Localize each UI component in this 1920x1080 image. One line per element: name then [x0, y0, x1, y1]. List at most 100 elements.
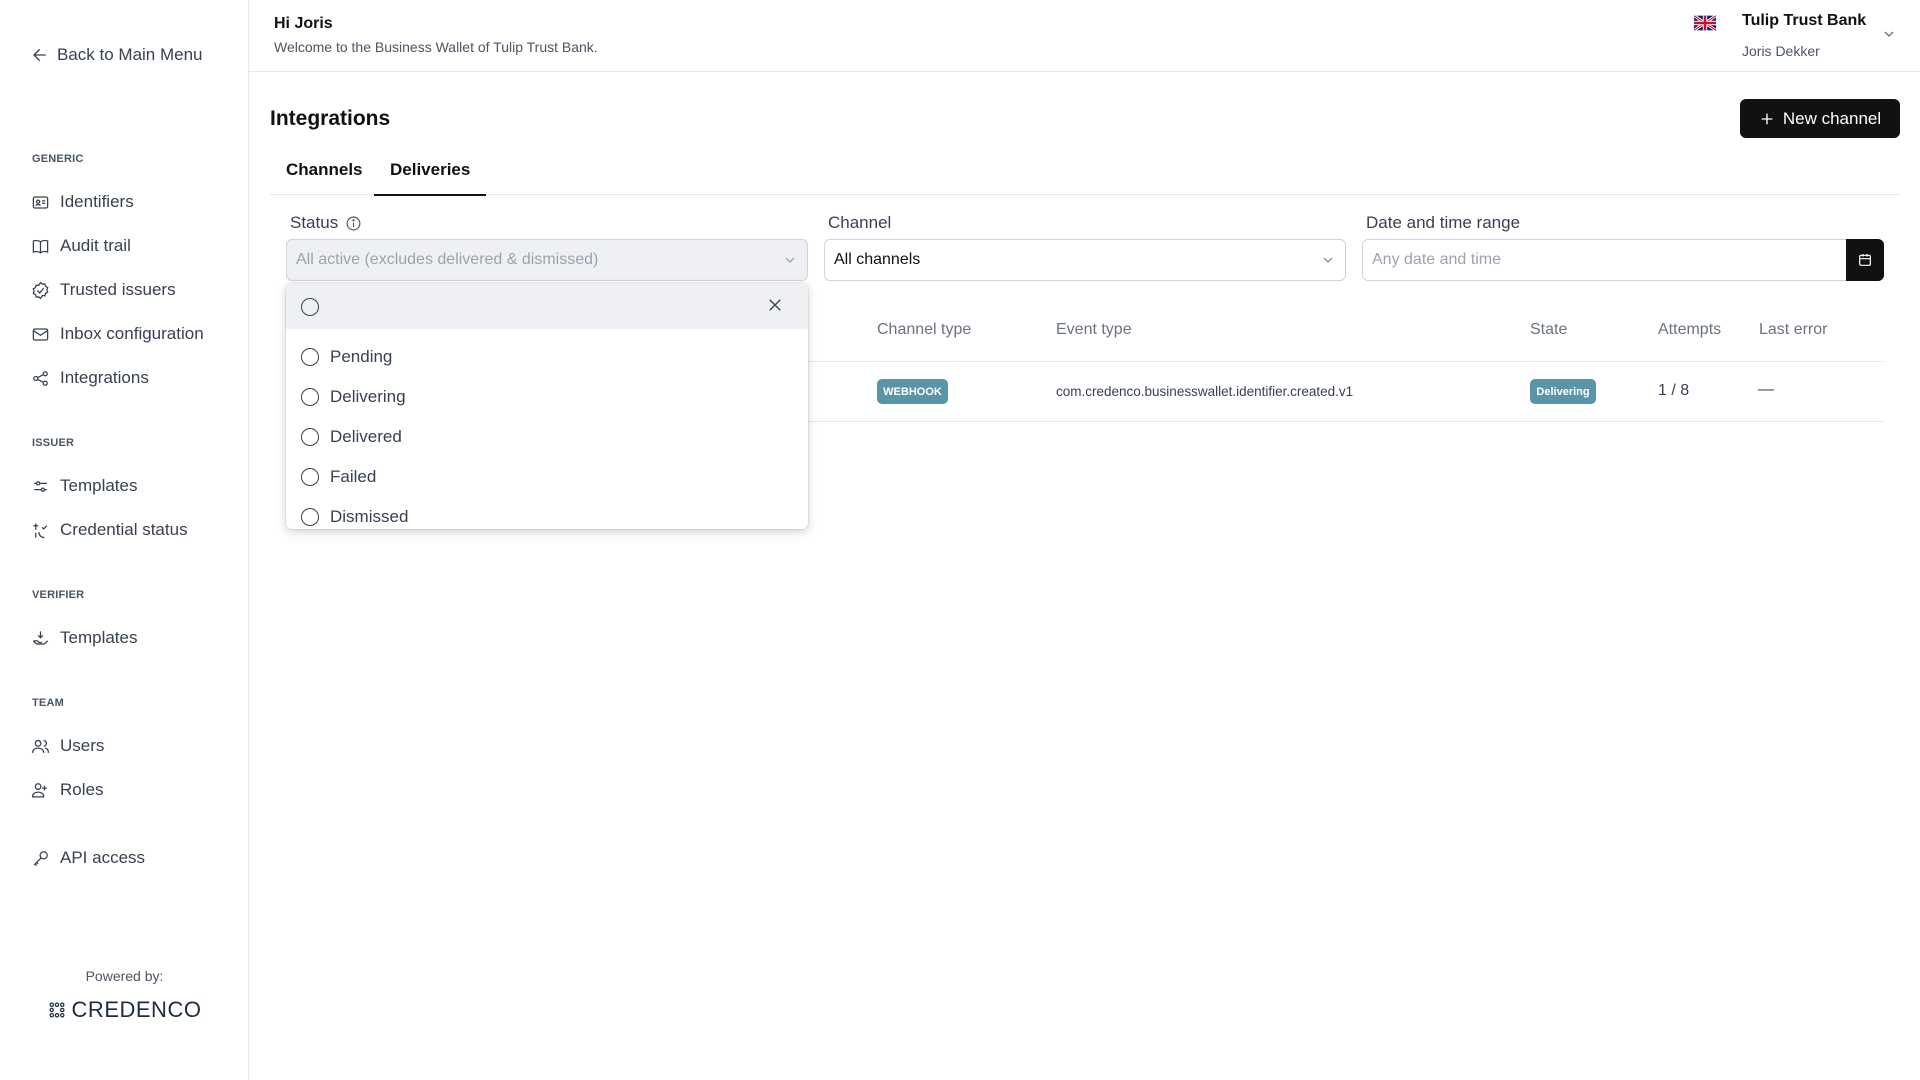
sidebar-item-label: Roles	[60, 780, 104, 799]
tab-channels[interactable]: Channels	[286, 160, 363, 180]
user-name: Joris Dekker	[1742, 43, 1820, 59]
sidebar-item-label: Integrations	[60, 368, 149, 387]
arrow-left-icon	[33, 49, 46, 61]
plus-icon	[1761, 113, 1773, 124]
section-issuer: ISSUER	[32, 437, 75, 449]
powered-by-label: Powered by:	[85, 968, 164, 984]
organization-name: Tulip Trust Bank	[1742, 12, 1867, 29]
sidebar-item-api-access[interactable]: API access	[31, 848, 145, 868]
sidebar-item-trusted-issuers[interactable]: Trusted issuers	[31, 280, 176, 300]
sidebar-item-label: Audit trail	[60, 236, 131, 255]
sidebar-item-label: Trusted issuers	[60, 280, 176, 299]
option-label: Dismissed	[330, 507, 409, 526]
sidebar-item-credential-status[interactable]: Credential status	[31, 520, 188, 540]
top-header: Hi Joris Welcome to the Business Wallet …	[249, 0, 1920, 72]
page-title: Integrations	[270, 107, 391, 130]
column-header-state: State	[1530, 321, 1568, 338]
channel-select[interactable]: All channels	[824, 239, 1346, 281]
id-card-icon	[32, 195, 49, 209]
mail-icon	[32, 327, 49, 341]
calendar-button[interactable]	[1846, 239, 1884, 281]
option-checkbox[interactable]	[301, 388, 319, 406]
date-range-input[interactable]	[1362, 239, 1846, 281]
tab-bar: Channels Deliveries	[270, 150, 1900, 196]
sidebar-item-label: Templates	[60, 628, 138, 647]
option-checkbox[interactable]	[301, 508, 319, 526]
date-range-label: Date and time range	[1366, 213, 1521, 232]
sidebar-item-label: Users	[60, 736, 105, 755]
sidebar-item-label: API access	[60, 848, 146, 867]
check-badge-icon	[32, 281, 49, 299]
sidebar-item-integrations[interactable]: Integrations	[31, 368, 149, 388]
new-channel-button[interactable]: New channel	[1740, 99, 1900, 138]
section-team: TEAM	[32, 697, 64, 709]
sidebar-item-audit-trail[interactable]: Audit trail	[31, 236, 131, 256]
key-icon	[33, 850, 48, 866]
column-header-last-error: Last error	[1759, 321, 1828, 338]
event-type-cell: com.credenco.businesswallet.identifier.c…	[1056, 384, 1354, 399]
status-label-text: Status	[290, 213, 339, 232]
hand-receive-icon	[32, 630, 49, 645]
select-all-checkbox[interactable]	[301, 298, 319, 316]
status-option-pending[interactable]: Pending	[286, 337, 808, 377]
option-label: Pending	[330, 347, 393, 366]
option-label: Delivered	[330, 427, 402, 446]
credenco-logo: CREDENCO	[0, 997, 249, 1023]
option-checkbox[interactable]	[301, 468, 319, 486]
calendar-icon	[1859, 254, 1871, 266]
sidebar-item-users[interactable]: Users	[31, 736, 104, 756]
roles-icon	[31, 782, 47, 797]
section-generic: GENERIC	[32, 153, 84, 165]
back-to-main-menu-link[interactable]: Back to Main Menu	[31, 45, 203, 65]
status-dropdown-select-all[interactable]	[286, 283, 808, 329]
book-icon	[32, 239, 49, 254]
status-option-failed[interactable]: Failed	[286, 457, 808, 497]
status-option-delivered[interactable]: Delivered	[286, 417, 808, 457]
sidebar-item-identifiers[interactable]: Identifiers	[31, 192, 134, 212]
credential-status-icon	[33, 522, 48, 538]
channel-select-value: All channels	[834, 251, 921, 268]
sidebar-item-issuer-templates[interactable]: Templates	[31, 476, 137, 496]
column-header-attempts: Attempts	[1658, 321, 1722, 338]
column-header-event-type: Event type	[1056, 321, 1132, 338]
option-checkbox[interactable]	[301, 428, 319, 446]
info-icon[interactable]	[345, 215, 362, 232]
tab-deliveries[interactable]: Deliveries	[373, 160, 487, 196]
brand-name: CREDENCO	[71, 997, 202, 1022]
share-icon	[33, 370, 48, 386]
channel-filter-label: Channel	[828, 213, 892, 232]
chevron-down-icon	[1323, 257, 1333, 263]
uk-flag-icon[interactable]	[1694, 15, 1716, 31]
sidebar-item-roles[interactable]: Roles	[31, 780, 103, 800]
channel-type-badge: WEBHOOK	[877, 379, 948, 404]
option-label: Delivering	[330, 387, 406, 406]
sidebar-item-label: Identifiers	[60, 192, 134, 211]
attempts-cell: 1 / 8	[1658, 382, 1690, 399]
status-select[interactable]: All active (excludes delivered & dismiss…	[286, 239, 808, 281]
last-error-cell: —	[1758, 381, 1774, 398]
credenco-logo-icon	[49, 1002, 65, 1018]
sliders-icon	[34, 480, 47, 492]
section-verifier: VERIFIER	[32, 589, 85, 601]
state-badge: Delivering	[1530, 379, 1596, 404]
chevron-down-icon	[785, 257, 795, 263]
status-dropdown-menu: Pending Delivering Delivered Failed Dism…	[286, 283, 808, 529]
status-filter-label: Status	[290, 213, 362, 233]
sidebar-item-label: Templates	[60, 476, 138, 495]
sidebar-item-label: Credential status	[60, 520, 188, 539]
status-select-value: All active (excludes delivered & dismiss…	[296, 251, 599, 268]
welcome-message: Welcome to the Business Wallet of Tulip …	[274, 39, 598, 55]
app-root: Back to Main Menu GENERIC Identifiers Au…	[0, 0, 1920, 1080]
status-option-delivering[interactable]: Delivering	[286, 377, 808, 417]
greeting: Hi Joris	[274, 15, 333, 32]
chevron-down-icon[interactable]	[1881, 26, 1897, 42]
close-icon[interactable]	[766, 296, 784, 314]
sidebar: Back to Main Menu GENERIC Identifiers Au…	[0, 0, 249, 1080]
back-label: Back to Main Menu	[57, 45, 203, 64]
sidebar-item-verifier-templates[interactable]: Templates	[31, 628, 137, 648]
new-channel-label: New channel	[1782, 108, 1882, 128]
users-icon	[31, 739, 50, 753]
sidebar-item-inbox-configuration[interactable]: Inbox configuration	[31, 324, 204, 344]
option-checkbox[interactable]	[301, 348, 319, 366]
status-option-dismissed[interactable]: Dismissed	[286, 497, 808, 529]
